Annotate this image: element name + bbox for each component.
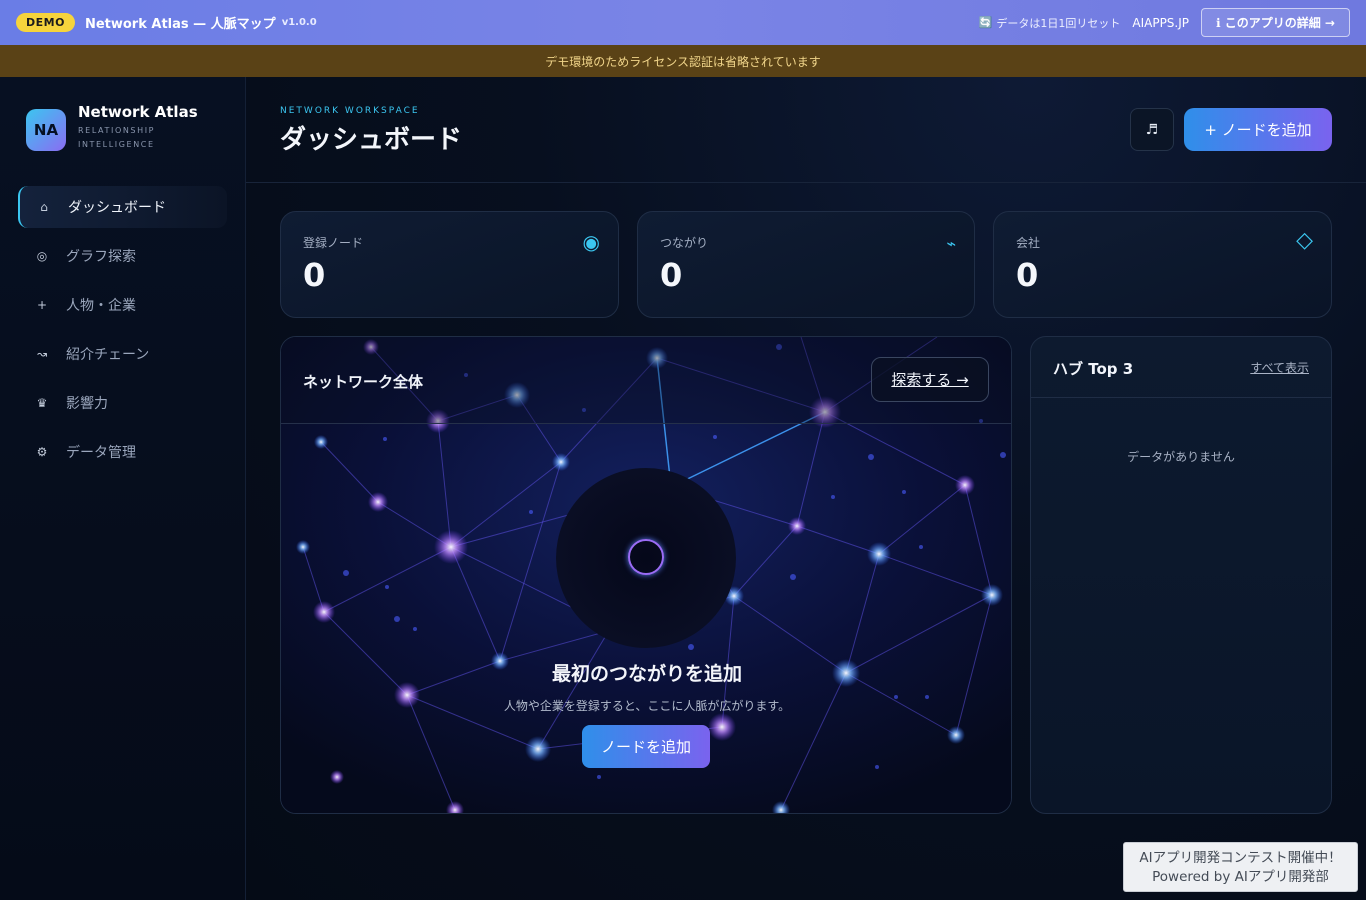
sidebar-item-people-companies[interactable]: + 人物・企業: [18, 284, 227, 326]
brand: NA Network Atlas RELATIONSHIP INTELLIGEN…: [26, 103, 198, 152]
node-icon: ◉: [582, 230, 600, 254]
stat-label: 登録ノード: [303, 236, 364, 250]
home-icon: ⌂: [40, 200, 48, 214]
stat-value: 0: [660, 256, 683, 294]
demo-badge: DEMO: [16, 13, 75, 32]
sidebar-item-graph-explore[interactable]: ◎ グラフ探索: [18, 235, 227, 277]
sidebar-item-intro-chain[interactable]: ↝ 紹介チェーン: [18, 333, 227, 375]
view-all-link[interactable]: すべて表示: [1250, 359, 1309, 376]
target-icon: ◎: [36, 249, 48, 263]
sidebar-item-dashboard[interactable]: ⌂ ダッシュボード: [18, 186, 227, 228]
reset-note: 🔄 データは1日1回リセット: [979, 15, 1121, 31]
empty-state-title: 最初のつながりを追加: [551, 663, 742, 685]
sidebar-item-label: 人物・企業: [66, 298, 136, 314]
page-title: ダッシュボード: [280, 125, 463, 155]
stat-card-connections: つながり 0 ⌁: [637, 211, 975, 318]
page-header: NETWORK WORKSPACE ダッシュボード ♬ + ノードを追加: [246, 77, 1366, 183]
empty-state-description: 人物や企業を登録すると、ここに人脈が広がります。: [503, 699, 791, 713]
stat-card-companies: 会社 0 ◇: [993, 211, 1332, 318]
stat-value: 0: [303, 256, 326, 294]
brand-name: Network Atlas: [78, 103, 198, 121]
music-button[interactable]: ♬: [1130, 108, 1174, 151]
refresh-icon: 🔄: [978, 16, 993, 29]
sidebar-item-label: 紹介チェーン: [66, 347, 150, 363]
contest-badge[interactable]: AIアプリ開発コンテスト開催中！ Powered by AIアプリ開発部: [1123, 842, 1358, 892]
add-node-button[interactable]: + ノードを追加: [1184, 108, 1332, 151]
brand-text: Network Atlas RELATIONSHIP INTELLIGENCE: [78, 103, 198, 152]
app-version: v1.0.0: [281, 17, 317, 28]
sidebar: NA Network Atlas RELATIONSHIP INTELLIGEN…: [0, 77, 246, 900]
sidebar-nav: ⌂ ダッシュボード ◎ グラフ探索 + 人物・企業 ↝ 紹介チェーン ♛ 影響力…: [18, 186, 227, 480]
brand-subtitle: RELATIONSHIP INTELLIGENCE: [78, 126, 156, 149]
hub-panel-header: ハブ Top 3 すべて表示: [1031, 337, 1331, 398]
app-detail-button[interactable]: ℹ このアプリの詳細 →: [1201, 8, 1350, 37]
reset-note-text: データは1日1回リセット: [996, 16, 1121, 30]
sidebar-item-label: ダッシュボード: [68, 200, 166, 216]
contest-badge-line1: AIアプリ開発コンテスト開催中！: [1139, 850, 1342, 866]
demo-topbar: DEMO Network Atlas — 人脈マップ v1.0.0 🔄 データは…: [0, 0, 1366, 45]
sidebar-item-label: グラフ探索: [66, 249, 136, 265]
explore-button[interactable]: 探索する →: [871, 357, 989, 402]
main-content: NETWORK WORKSPACE ダッシュボード ♬ + ノードを追加 登録ノ…: [246, 77, 1366, 900]
sidebar-item-label: データ管理: [66, 445, 136, 461]
contest-badge-line2: Powered by AIアプリ開発部: [1152, 869, 1329, 885]
sidebar-item-influence[interactable]: ♛ 影響力: [18, 382, 227, 424]
app-title: Network Atlas — 人脈マップ: [84, 17, 276, 32]
network-overview-panel: ネットワーク全体 探索する → 最初のつながりを追加 人物や企業を登録すると、こ…: [280, 336, 1012, 814]
workspace-eyebrow: NETWORK WORKSPACE: [280, 106, 420, 116]
empty-add-node-button[interactable]: ノードを追加: [582, 725, 710, 768]
network-title: ネットワーク全体: [303, 373, 424, 391]
sidebar-item-data-management[interactable]: ⚙ データ管理: [18, 431, 227, 473]
music-icon: ♬: [1145, 121, 1159, 138]
hub-top3-panel: ハブ Top 3 すべて表示 データがありません: [1030, 336, 1332, 814]
stat-label: 会社: [1016, 236, 1041, 250]
stat-value: 0: [1016, 256, 1039, 294]
stat-label: つながり: [660, 236, 709, 250]
diamond-icon: ◇: [1296, 228, 1313, 253]
plus-icon: +: [36, 298, 48, 312]
gear-icon: ⚙: [36, 445, 48, 459]
hub-title: ハブ Top 3: [1053, 360, 1134, 378]
empty-ring-icon: [628, 539, 664, 575]
topbar-right: 🔄 データは1日1回リセット AIAPPS.JP ℹ このアプリの詳細 →: [979, 8, 1350, 37]
aiapps-link[interactable]: AIAPPS.JP: [1132, 16, 1189, 30]
stat-card-nodes: 登録ノード 0 ◉: [280, 211, 619, 318]
hub-empty-message: データがありません: [1127, 450, 1235, 464]
license-notice: デモ環境のためライセンス認証は省略されています: [0, 45, 1366, 77]
link-icon: ⌁: [946, 234, 956, 253]
crown-icon: ♛: [36, 396, 48, 410]
chain-arrow-icon: ↝: [36, 347, 48, 361]
network-panel-header: ネットワーク全体 探索する →: [281, 337, 1011, 424]
brand-logo: NA: [26, 109, 66, 151]
sidebar-item-label: 影響力: [66, 396, 108, 412]
